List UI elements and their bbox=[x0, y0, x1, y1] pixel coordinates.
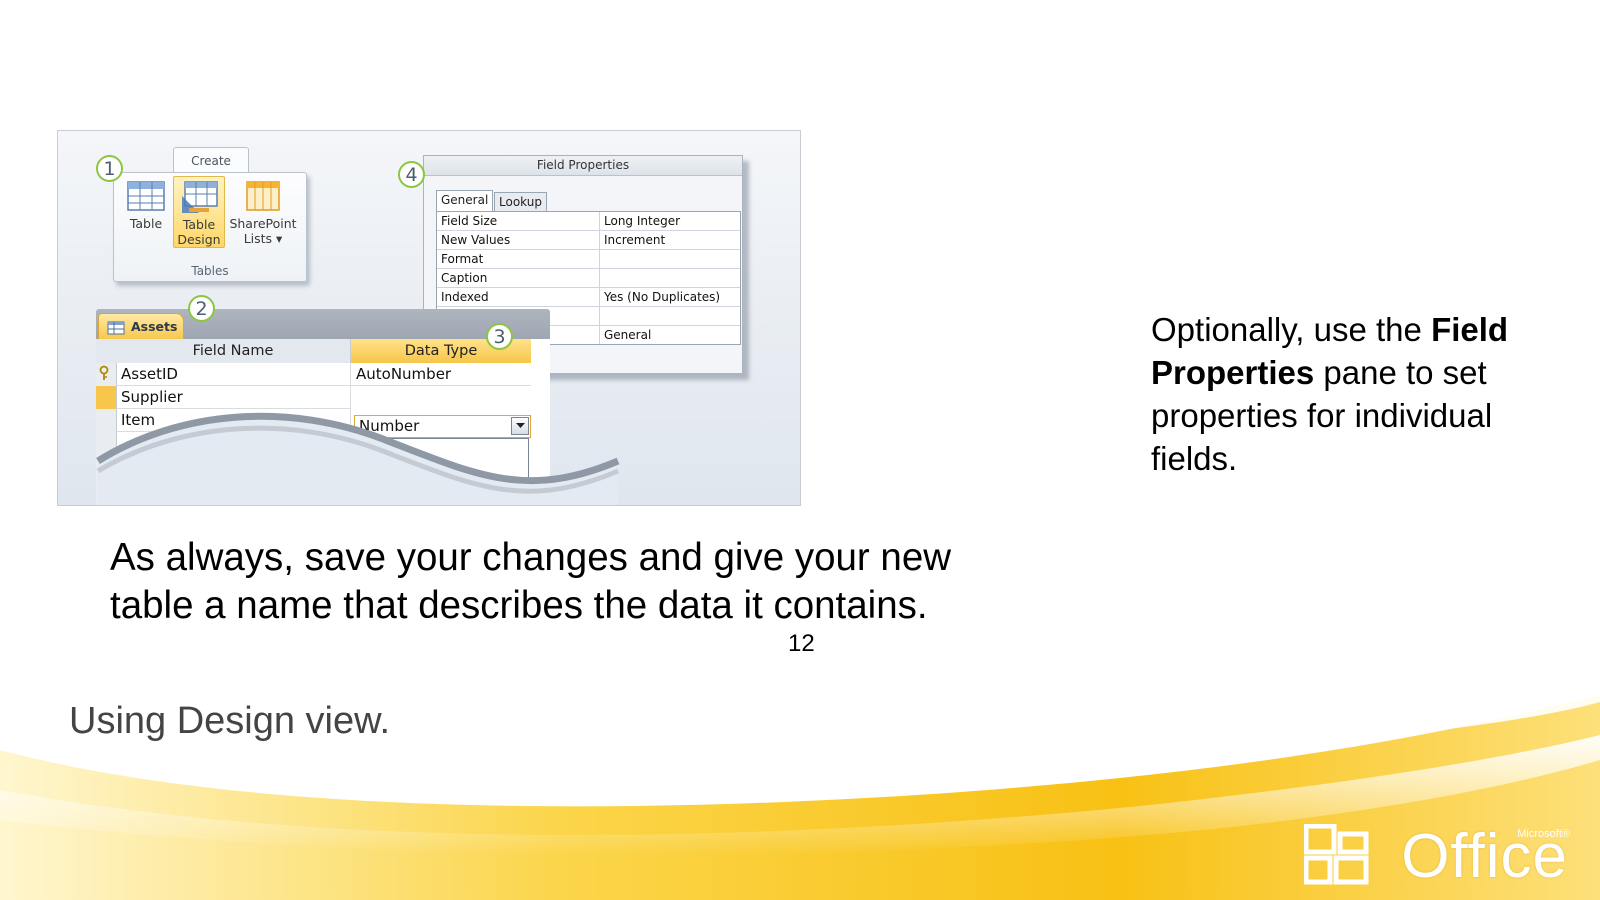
table-design-icon bbox=[182, 181, 218, 213]
row-selector[interactable] bbox=[96, 409, 117, 505]
dropdown-option-highlighted[interactable]: Number bbox=[355, 485, 528, 505]
table-design-label-1: Table bbox=[182, 217, 216, 232]
document-tab-assets[interactable]: Assets bbox=[98, 313, 184, 340]
sharepoint-label-1: SharePoint bbox=[229, 216, 297, 231]
field-name-cell[interactable]: AssetID bbox=[116, 363, 351, 386]
row-selector[interactable] bbox=[96, 363, 117, 386]
ribbon-tab-create[interactable]: Create bbox=[173, 147, 249, 174]
property-name: Format bbox=[437, 250, 600, 268]
save-changes-caption: As always, save your changes and give yo… bbox=[110, 536, 952, 627]
data-type-combobox-value: Number bbox=[359, 417, 420, 435]
property-row[interactable]: Indexed Yes (No Duplicates) bbox=[437, 288, 740, 307]
property-name: New Values bbox=[437, 231, 600, 249]
office-logo-icon bbox=[1304, 824, 1369, 885]
table-design-label-2: Design bbox=[177, 232, 221, 247]
tab-lookup[interactable]: Lookup bbox=[494, 192, 547, 211]
field-name-cell[interactable]: Supplier bbox=[116, 386, 351, 409]
property-value[interactable]: Yes (No Duplicates) bbox=[600, 288, 740, 306]
property-name: Caption bbox=[437, 269, 600, 287]
office-wordmark: Office bbox=[1401, 822, 1568, 891]
property-value[interactable]: General bbox=[600, 326, 740, 344]
chevron-down-icon bbox=[515, 423, 525, 428]
column-header-field-name[interactable]: Field Name bbox=[116, 339, 351, 363]
sharepoint-label-2: Lists ▾ bbox=[243, 231, 283, 246]
property-value[interactable]: Increment bbox=[600, 231, 740, 249]
access-screenshot: Create Table Table Design SharePoint Lis… bbox=[57, 130, 801, 506]
document-tab-bar: Assets bbox=[96, 309, 550, 340]
table-design-grid: Assets Field Name Data Type AssetID Auto… bbox=[96, 309, 550, 505]
page-number: 12 bbox=[788, 630, 815, 657]
data-type-combobox[interactable]: Number bbox=[354, 415, 531, 438]
property-row[interactable]: Field Size Long Integer bbox=[437, 212, 740, 231]
select-all-corner[interactable] bbox=[96, 339, 117, 363]
table-button[interactable]: Table bbox=[122, 179, 170, 231]
primary-key-icon bbox=[99, 365, 109, 380]
dropdown-option[interactable]: Memo bbox=[355, 462, 528, 485]
slide-title: Using Design view. bbox=[69, 700, 391, 742]
callout-badge-4: 4 bbox=[398, 161, 425, 188]
field-properties-title: Field Properties bbox=[424, 156, 742, 176]
field-properties-note: Optionally, use the Field Properties pan… bbox=[1151, 308, 1571, 480]
ribbon-group-tables: Table Table Design SharePoint Lists ▾ Ta… bbox=[113, 172, 307, 282]
table-icon bbox=[107, 321, 125, 334]
property-row[interactable]: Caption bbox=[437, 269, 740, 288]
property-value[interactable] bbox=[600, 250, 740, 268]
sharepoint-lists-icon bbox=[246, 181, 280, 211]
field-name-cell[interactable]: Item bbox=[116, 409, 351, 432]
property-row[interactable]: Format bbox=[437, 250, 740, 269]
table-design-button[interactable]: Table Design bbox=[173, 176, 225, 248]
callout-badge-2: 2 bbox=[188, 295, 215, 322]
ribbon-group-label: Tables bbox=[191, 264, 229, 278]
property-row[interactable]: New Values Increment bbox=[437, 231, 740, 250]
callout-badge-3: 3 bbox=[486, 323, 513, 350]
dropdown-button[interactable] bbox=[511, 417, 529, 435]
table-icon bbox=[127, 181, 165, 211]
document-tab-label: Assets bbox=[131, 319, 178, 334]
property-name: Field Size bbox=[437, 212, 600, 230]
property-value[interactable] bbox=[600, 307, 740, 325]
property-name: Indexed bbox=[437, 288, 600, 306]
data-type-dropdown-list: Text Memo Number bbox=[354, 438, 529, 505]
tab-general[interactable]: General bbox=[436, 190, 494, 211]
property-value[interactable] bbox=[600, 269, 740, 287]
data-type-cell[interactable]: AutoNumber bbox=[351, 363, 531, 386]
sharepoint-lists-button[interactable]: SharePoint Lists ▾ bbox=[226, 179, 300, 246]
callout-badge-1: 1 bbox=[96, 155, 123, 182]
dropdown-option[interactable]: Text bbox=[355, 439, 528, 462]
row-selector-current[interactable] bbox=[96, 386, 117, 409]
table-button-label: Table bbox=[129, 216, 163, 231]
note-text-1: Optionally, use the bbox=[1151, 311, 1432, 348]
property-value[interactable]: Long Integer bbox=[600, 212, 740, 230]
